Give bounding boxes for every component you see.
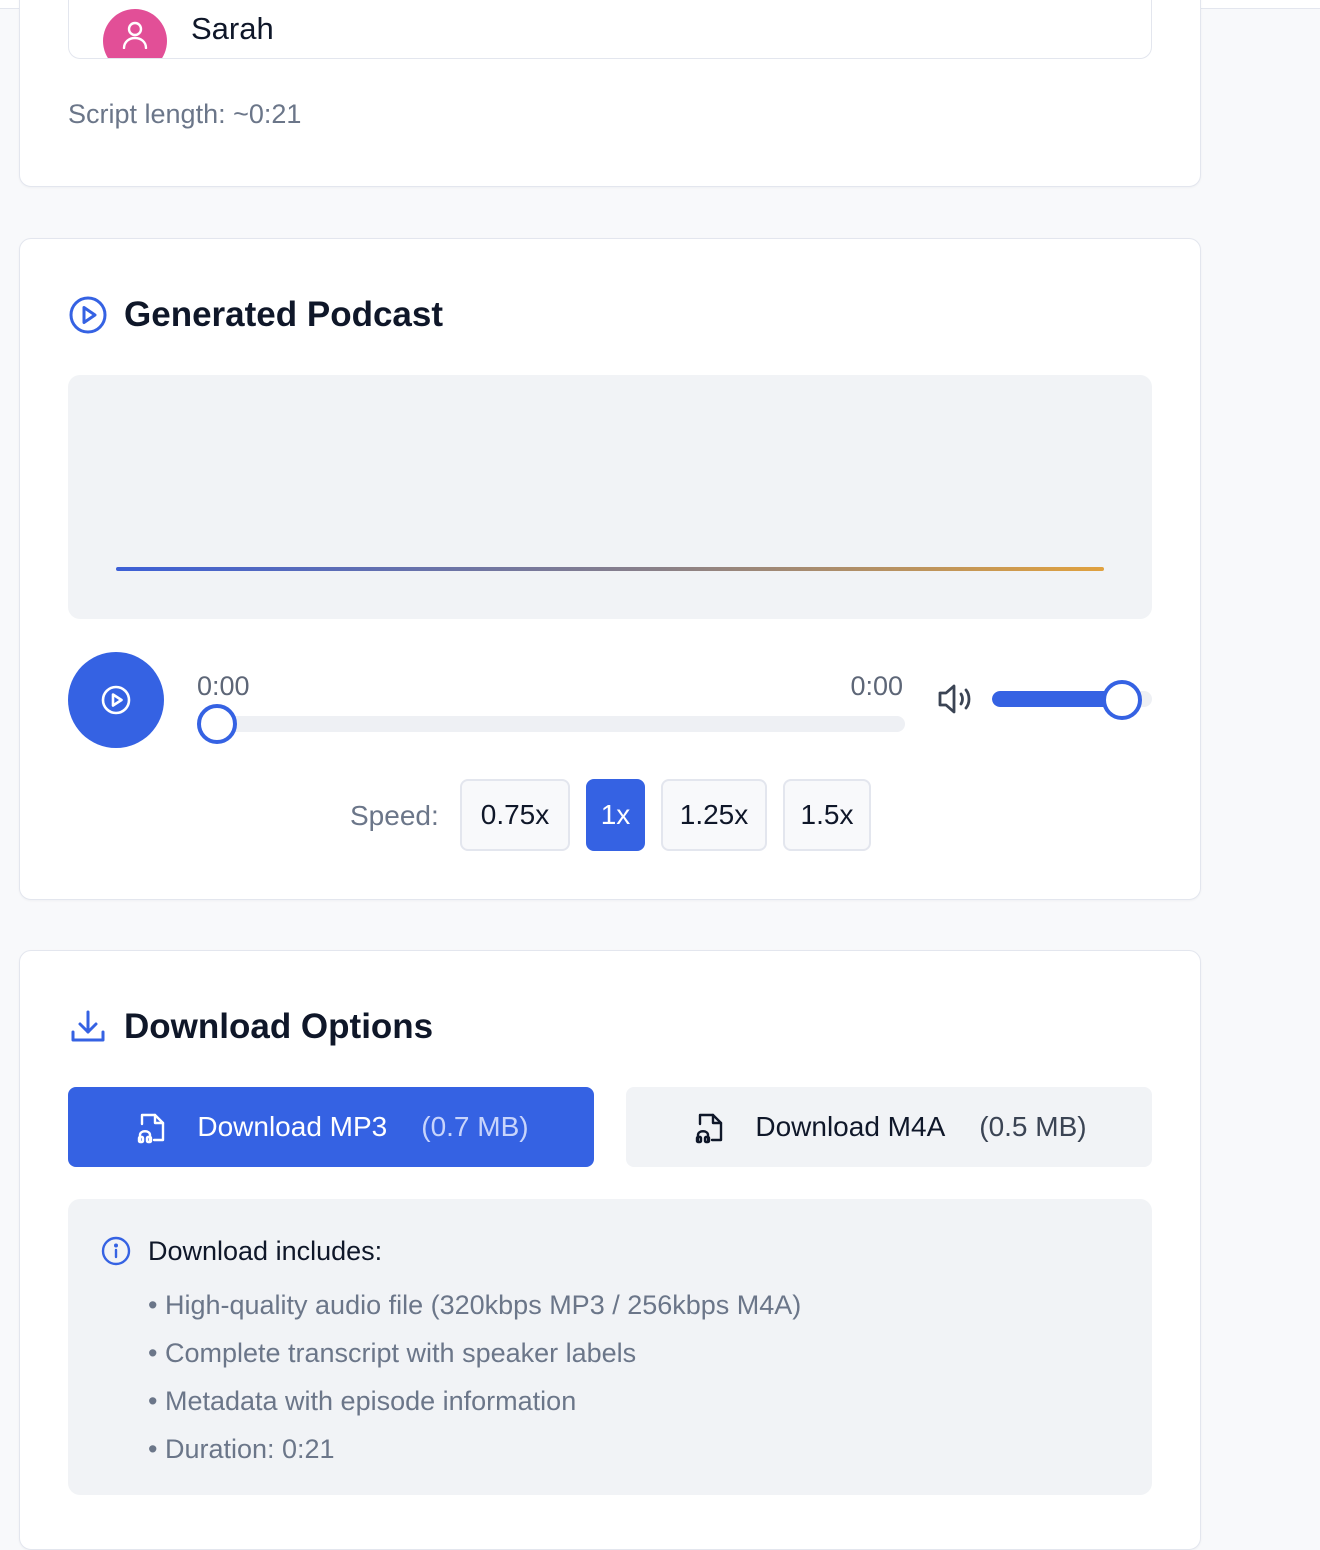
- speed-label: Speed:: [350, 800, 439, 831]
- speaker-row-sarah[interactable]: Sarah: [68, 0, 1152, 59]
- progress-bar[interactable]: [197, 716, 905, 732]
- download-m4a-button[interactable]: Download M4A (0.5 MB): [626, 1087, 1152, 1167]
- list-item: Complete transcript with speaker labels: [148, 1329, 801, 1377]
- volume-thumb[interactable]: [1102, 680, 1142, 720]
- file-audio-icon: [691, 1109, 727, 1145]
- download-includes-title: Download includes:: [148, 1235, 383, 1266]
- waveform-line: [116, 567, 1104, 571]
- speed-option-1x[interactable]: 1x: [586, 779, 645, 851]
- download-includes-header: Download includes:: [100, 1235, 382, 1267]
- player-title: Generated Podcast: [124, 295, 443, 334]
- info-icon: [101, 1236, 131, 1266]
- script-length: Script length: ~0:21: [68, 99, 302, 129]
- download-icon: [68, 1007, 108, 1047]
- progress-thumb[interactable]: [197, 704, 237, 744]
- volume-fill: [992, 691, 1112, 707]
- speed-option-0-75x[interactable]: 0.75x: [460, 779, 570, 851]
- download-mp3-button[interactable]: Download MP3 (0.7 MB): [68, 1087, 594, 1167]
- avatar: [103, 9, 167, 58]
- download-options-card: Download Options Download MP3 (0.7 MB) D…: [19, 950, 1201, 1550]
- speakers-card: Sarah Script length: ~0:21: [19, 0, 1201, 187]
- list-item: Metadata with episode information: [148, 1377, 801, 1425]
- play-icon: [101, 685, 131, 715]
- play-button[interactable]: [68, 652, 164, 748]
- download-m4a-label: Download M4A: [755, 1111, 946, 1142]
- file-audio-icon: [133, 1109, 169, 1145]
- current-time: 0:00: [197, 671, 250, 701]
- player-header: Generated Podcast: [68, 295, 443, 335]
- user-icon: [122, 21, 148, 49]
- download-mp3-size: (0.7 MB): [421, 1111, 529, 1142]
- download-includes-list: High-quality audio file (320kbps MP3 / 2…: [148, 1281, 801, 1473]
- podcast-player-card: Generated Podcast 0:00 0:00 Speed: 0.75x…: [19, 238, 1201, 900]
- speed-option-1-5x[interactable]: 1.5x: [783, 779, 871, 851]
- waveform-area[interactable]: [68, 375, 1152, 619]
- list-item: High-quality audio file (320kbps MP3 / 2…: [148, 1281, 801, 1329]
- download-header: Download Options: [68, 1007, 433, 1047]
- total-time: 0:00: [850, 671, 903, 701]
- speaker-name: Sarah: [191, 11, 274, 46]
- download-m4a-size: (0.5 MB): [979, 1111, 1087, 1142]
- play-circle-icon: [68, 295, 108, 335]
- volume-icon[interactable]: [936, 679, 978, 719]
- download-mp3-label: Download MP3: [197, 1111, 388, 1142]
- list-item: Duration: 0:21: [148, 1425, 801, 1473]
- download-title: Download Options: [124, 1007, 434, 1046]
- download-includes-box: Download includes: High-quality audio fi…: [68, 1199, 1152, 1495]
- speed-option-1-25x[interactable]: 1.25x: [661, 779, 767, 851]
